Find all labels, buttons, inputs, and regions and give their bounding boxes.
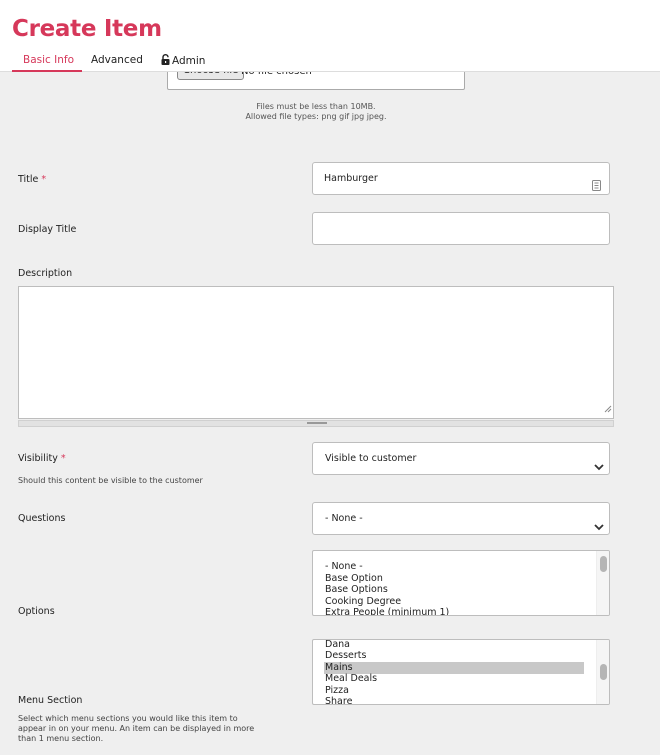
description-textarea[interactable] bbox=[18, 286, 614, 419]
file-size-help: Files must be less than 10MB. bbox=[256, 102, 376, 111]
required-marker: * bbox=[41, 174, 47, 185]
resize-grip-icon[interactable] bbox=[604, 398, 612, 417]
lock-icon bbox=[161, 54, 170, 68]
menu-section-hint-3: than 1 menu section. bbox=[18, 734, 104, 743]
visibility-label: Visibility * bbox=[18, 453, 66, 464]
menu-section-hint-1: Select which menu sections you would lik… bbox=[18, 714, 238, 723]
menu-section-listbox[interactable]: Dana Desserts Mains Meal Deals Pizza Sha… bbox=[312, 639, 610, 705]
drag-grip-icon bbox=[307, 422, 327, 424]
title-label: Title * bbox=[18, 174, 47, 185]
tab-admin-label: Admin bbox=[172, 55, 206, 67]
chevron-down-icon bbox=[593, 454, 605, 485]
description-label: Description bbox=[18, 268, 73, 279]
list-item[interactable]: Base Options bbox=[324, 584, 584, 596]
visibility-selected-value: Visible to customer bbox=[325, 453, 417, 464]
tab-admin[interactable]: Admin bbox=[161, 54, 205, 68]
list-item[interactable]: Share bbox=[324, 696, 584, 704]
list-item[interactable]: Meal Deals bbox=[324, 673, 584, 685]
textarea-drag-handle[interactable] bbox=[18, 420, 614, 427]
chevron-down-icon bbox=[593, 514, 605, 545]
menu-section-scrollbar[interactable] bbox=[596, 640, 609, 704]
page-header: Create Item Basic Info Advanced Admin bbox=[0, 0, 660, 72]
scrollbar-thumb[interactable] bbox=[600, 664, 607, 680]
visibility-select[interactable]: Visible to customer bbox=[312, 442, 610, 475]
options-listbox[interactable]: - None - Base Option Base Options Cookin… bbox=[312, 550, 610, 616]
file-types-help: Allowed file types: png gif jpg jpeg. bbox=[245, 112, 387, 121]
list-item[interactable]: - None - bbox=[324, 561, 584, 573]
list-item[interactable]: Dana bbox=[324, 640, 584, 651]
tab-basic-info[interactable]: Basic Info bbox=[23, 54, 74, 66]
tab-advanced[interactable]: Advanced bbox=[91, 54, 143, 66]
display-title-input[interactable] bbox=[312, 212, 610, 245]
options-scrollbar[interactable] bbox=[596, 551, 609, 615]
options-label: Options bbox=[18, 606, 55, 617]
display-title-label: Display Title bbox=[18, 224, 77, 235]
questions-label: Questions bbox=[18, 513, 66, 524]
menu-section-hint-2: appear in on your menu. An item can be d… bbox=[18, 724, 255, 733]
list-item[interactable]: Base Option bbox=[324, 573, 584, 585]
menu-section-label: Menu Section bbox=[18, 695, 83, 706]
active-tab-indicator bbox=[12, 70, 82, 72]
title-input-value: Hamburger bbox=[324, 173, 378, 184]
visibility-hint: Should this content be visible to the cu… bbox=[18, 476, 203, 485]
list-item[interactable]: Desserts bbox=[324, 650, 584, 662]
list-item[interactable]: Pizza bbox=[324, 685, 584, 697]
list-item-selected[interactable]: Mains bbox=[324, 662, 584, 674]
page-title: Create Item bbox=[12, 16, 162, 42]
list-item[interactable]: Cooking Degree bbox=[324, 596, 584, 608]
questions-select[interactable]: - None - bbox=[312, 502, 610, 535]
questions-selected-value: - None - bbox=[325, 513, 363, 524]
autofill-icon[interactable] bbox=[592, 173, 601, 204]
scrollbar-thumb[interactable] bbox=[600, 556, 607, 572]
title-input[interactable]: Hamburger bbox=[312, 162, 610, 195]
list-item[interactable]: Extra People (minimum 1) bbox=[324, 607, 584, 615]
